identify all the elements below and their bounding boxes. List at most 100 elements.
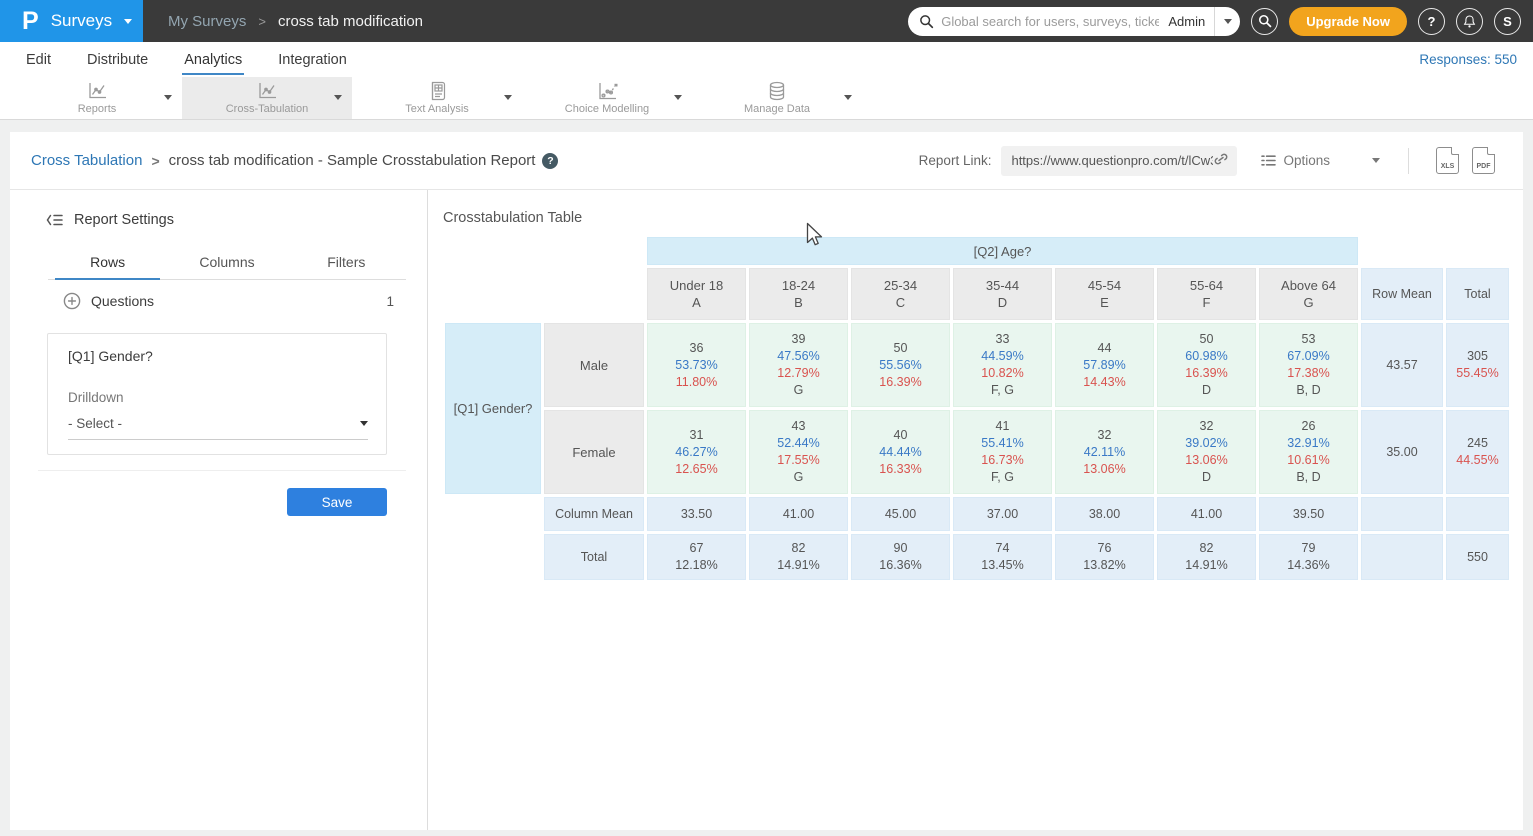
report-link-url[interactable]: https://www.questionpro.com/t/lCw3Zc bbox=[1011, 153, 1213, 168]
data-cell: 3146.27%12.65% bbox=[647, 410, 746, 494]
report-settings-panel: Report Settings RowsColumnsFilters Quest… bbox=[10, 190, 428, 830]
report-link-field[interactable]: https://www.questionpro.com/t/lCw3Zc bbox=[1001, 146, 1237, 176]
row-total-cell: 24544.55% bbox=[1446, 410, 1509, 494]
add-question-icon[interactable] bbox=[63, 292, 81, 310]
help-icon[interactable]: ? bbox=[542, 153, 558, 169]
search-scope[interactable]: Admin bbox=[1159, 14, 1214, 29]
export-xls-button[interactable]: XLS bbox=[1436, 147, 1459, 174]
toolbar-item-reports[interactable]: Reports bbox=[12, 77, 182, 119]
significance-letters: B, D bbox=[1260, 469, 1357, 486]
questions-row: Questions 1 bbox=[63, 292, 394, 310]
chevron-down-icon[interactable] bbox=[674, 95, 682, 100]
breadcrumb-separator: > bbox=[258, 14, 266, 29]
column-mean-cell: 39.50 bbox=[1259, 497, 1358, 531]
breadcrumb-my-surveys[interactable]: My Surveys bbox=[168, 13, 246, 30]
column-total-cell: 7914.36% bbox=[1259, 534, 1358, 580]
link-icon[interactable] bbox=[1213, 152, 1229, 169]
search-input[interactable] bbox=[941, 14, 1159, 29]
column-mean-cell: 38.00 bbox=[1055, 497, 1154, 531]
column-total-cell: 8214.91% bbox=[1157, 534, 1256, 580]
tab-analytics[interactable]: Analytics bbox=[182, 45, 244, 75]
row-total-cell: 30555.45% bbox=[1446, 323, 1509, 407]
column-mean-cell: 41.00 bbox=[1157, 497, 1256, 531]
drilldown-label: Drilldown bbox=[68, 390, 124, 405]
column-header-25-34: 25-34C bbox=[851, 268, 950, 320]
user-avatar[interactable]: S bbox=[1494, 8, 1521, 35]
data-cell: 2632.91%10.61%B, D bbox=[1259, 410, 1358, 494]
analytics-toolbar: Reports Cross-Tabulation Text Analysis C… bbox=[0, 77, 1533, 120]
top-bar-actions: Admin Upgrade Now ? S bbox=[908, 0, 1521, 42]
search-button[interactable] bbox=[1251, 8, 1278, 35]
settings-tab-columns[interactable]: Columns bbox=[167, 248, 286, 279]
settings-tab-rows[interactable]: Rows bbox=[48, 248, 167, 279]
row-mean-cell: 35.00 bbox=[1361, 410, 1443, 494]
options-dropdown[interactable]: Options bbox=[1261, 153, 1380, 168]
tab-edit[interactable]: Edit bbox=[24, 45, 53, 75]
crosstab-title: Crosstabulation Table bbox=[443, 210, 582, 226]
column-header-18-24: 18-24B bbox=[749, 268, 848, 320]
toolbar-item-text-analysis[interactable]: Text Analysis bbox=[352, 77, 522, 119]
column-total-cell: 7613.82% bbox=[1055, 534, 1154, 580]
toolbar-item-manage-data[interactable]: Manage Data bbox=[692, 77, 862, 119]
data-cell: 3653.73%11.80% bbox=[647, 323, 746, 407]
breadcrumb-cross-tabulation[interactable]: Cross Tabulation bbox=[31, 152, 142, 169]
significance-letters: F, G bbox=[954, 382, 1051, 399]
collapse-panel-icon[interactable] bbox=[46, 213, 63, 227]
significance-letters: G bbox=[750, 469, 847, 486]
chevron-down-icon[interactable] bbox=[334, 95, 342, 100]
global-search: Admin bbox=[908, 7, 1240, 36]
crosstab-table: [Q2] Age? Under 18A18-24B25-34C35-44D45-… bbox=[442, 234, 1512, 583]
pdf-icon: PDF bbox=[1477, 163, 1491, 170]
tab-distribute[interactable]: Distribute bbox=[85, 45, 150, 75]
tab-integration[interactable]: Integration bbox=[276, 45, 349, 75]
significance-letters: B, D bbox=[1260, 382, 1357, 399]
line-chart-icon bbox=[257, 81, 278, 101]
crosstab-area: Crosstabulation Table [Q2] Age? Under 18… bbox=[428, 190, 1523, 830]
data-cell: 4352.44%17.55%G bbox=[749, 410, 848, 494]
chevron-down-icon[interactable] bbox=[164, 95, 172, 100]
column-header-under-18: Under 18A bbox=[647, 268, 746, 320]
top-bar: P Surveys My Surveys > cross tab modific… bbox=[0, 0, 1533, 42]
row-group-header: [Q1] Gender? bbox=[445, 323, 541, 494]
toolbar-item-cross-tabulation[interactable]: Cross-Tabulation bbox=[182, 77, 352, 119]
questions-label: Questions bbox=[91, 293, 154, 309]
report-body: Report Settings RowsColumnsFilters Quest… bbox=[10, 190, 1523, 830]
column-group-header: [Q2] Age? bbox=[647, 237, 1358, 265]
help-button[interactable]: ? bbox=[1418, 8, 1445, 35]
bell-icon bbox=[1462, 14, 1477, 29]
app-logo[interactable]: P Surveys bbox=[0, 0, 143, 42]
chevron-down-icon bbox=[1224, 19, 1232, 24]
row-mean-header: Row Mean bbox=[1361, 268, 1443, 320]
drilldown-select[interactable]: - Select - bbox=[68, 416, 368, 440]
search-scope-dropdown[interactable] bbox=[1214, 7, 1240, 36]
column-mean-cell: 45.00 bbox=[851, 497, 950, 531]
column-mean-cell: 37.00 bbox=[953, 497, 1052, 531]
chevron-down-icon bbox=[1372, 158, 1380, 163]
export-pdf-button[interactable]: PDF bbox=[1472, 147, 1495, 174]
column-header-45-54: 45-54E bbox=[1055, 268, 1154, 320]
significance-letters: D bbox=[1158, 382, 1255, 399]
data-cell: 4155.41%16.73%F, G bbox=[953, 410, 1052, 494]
chevron-down-icon[interactable] bbox=[844, 95, 852, 100]
save-button[interactable]: Save bbox=[287, 488, 387, 516]
chevron-down-icon[interactable] bbox=[504, 95, 512, 100]
responses-count[interactable]: Responses: 550 bbox=[1419, 52, 1517, 67]
column-total-cell: 8214.91% bbox=[749, 534, 848, 580]
document-grid-icon bbox=[429, 81, 446, 101]
settings-tab-filters[interactable]: Filters bbox=[287, 248, 406, 279]
upgrade-now-button[interactable]: Upgrade Now bbox=[1289, 7, 1407, 36]
report-settings-title: Report Settings bbox=[74, 212, 174, 228]
page-title: cross tab modification - Sample Crosstab… bbox=[169, 152, 536, 169]
line-chart-icon bbox=[87, 81, 108, 101]
questions-count: 1 bbox=[386, 294, 394, 309]
toolbar-item-choice-modelling[interactable]: Choice Modelling bbox=[522, 77, 692, 119]
total-header: Total bbox=[1446, 268, 1509, 320]
list-icon bbox=[1261, 154, 1276, 167]
notifications-button[interactable] bbox=[1456, 8, 1483, 35]
significance-letters: F, G bbox=[954, 469, 1051, 486]
settings-tabs: RowsColumnsFilters bbox=[48, 248, 406, 280]
data-cell: 3242.11%13.06% bbox=[1055, 410, 1154, 494]
xls-icon: XLS bbox=[1441, 163, 1455, 170]
column-header-55-64: 55-64F bbox=[1157, 268, 1256, 320]
report-header: Cross Tabulation > cross tab modificatio… bbox=[10, 132, 1523, 190]
